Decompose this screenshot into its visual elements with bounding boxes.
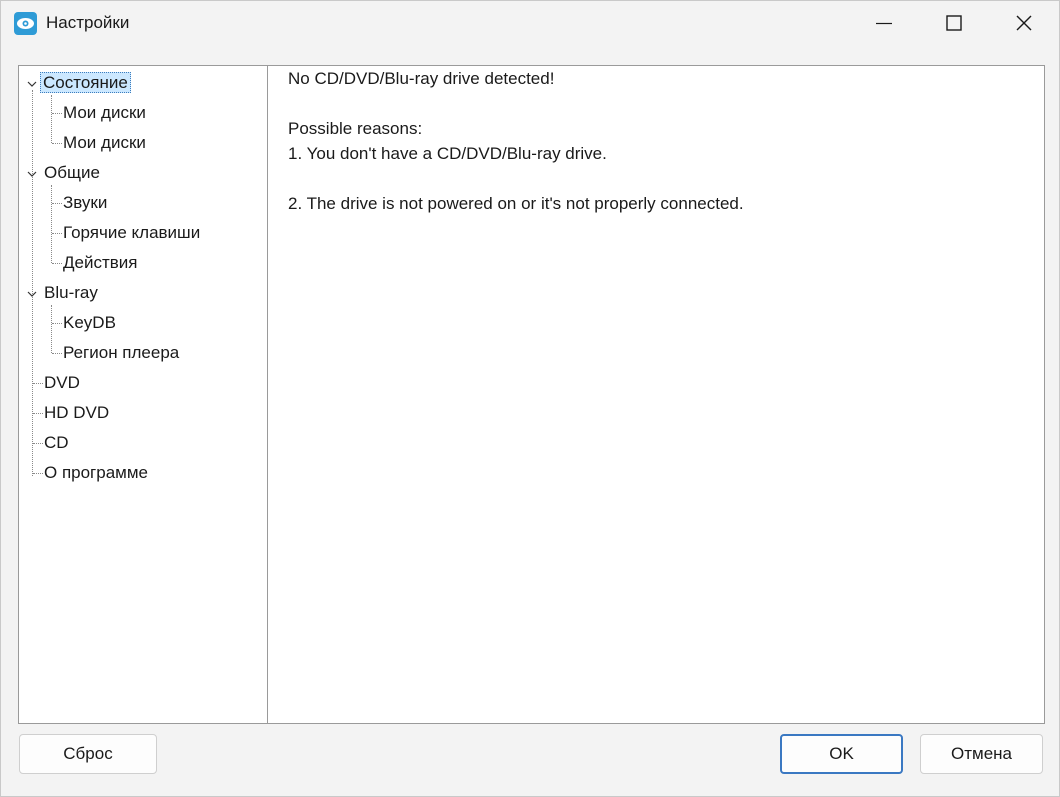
tree-item-label: Состояние [40, 72, 131, 93]
tree-item-label: Звуки [63, 193, 108, 212]
reset-button[interactable]: Сброс [19, 734, 157, 774]
tree-item-bluray[interactable]: Blu-ray [41, 281, 101, 305]
tree-connector [32, 90, 33, 476]
tree-item-keydb[interactable]: KeyDB [60, 311, 119, 335]
tree-item-label: Мои диски [63, 133, 146, 152]
chevron-down-icon[interactable] [27, 289, 37, 299]
window-title: Настройки [46, 13, 130, 32]
close-icon [1016, 15, 1032, 31]
close-button[interactable] [989, 1, 1059, 45]
tree-item-label: DVD [44, 373, 80, 392]
cancel-button[interactable]: Отмена [920, 734, 1043, 774]
tree-item-sounds[interactable]: Звуки [60, 191, 110, 215]
tree-item-label: Общие [44, 163, 100, 182]
maximize-button[interactable] [919, 1, 989, 45]
minimize-button[interactable] [849, 1, 919, 45]
tree-connector [51, 305, 52, 353]
reason-2: 2. The drive is not powered on or it's n… [288, 194, 744, 213]
tree-item-my-discs[interactable]: Мои диски [60, 101, 149, 125]
tree-item-actions[interactable]: Действия [60, 251, 140, 275]
tree-connector [51, 95, 52, 143]
tree-item-dvd[interactable]: DVD [41, 371, 83, 395]
tree-item-cd[interactable]: CD [41, 431, 72, 455]
tree-item-my-discs-2[interactable]: Мои диски [60, 131, 149, 155]
tree-connector [51, 185, 52, 263]
settings-window: Настройки Состояние Мои диски Мои диски … [0, 0, 1060, 797]
tree-item-hd-dvd[interactable]: HD DVD [41, 401, 112, 425]
chevron-down-icon[interactable] [27, 169, 37, 179]
settings-tree[interactable]: Состояние Мои диски Мои диски Общие Звук… [18, 65, 267, 724]
tree-item-label: HD DVD [44, 403, 110, 422]
app-eye-icon [14, 12, 37, 35]
chevron-down-icon[interactable] [27, 79, 37, 89]
tree-item-label: KeyDB [63, 313, 116, 332]
maximize-icon [946, 15, 962, 31]
tree-item-general[interactable]: Общие [41, 161, 103, 185]
tree-item-label: Действия [63, 253, 138, 272]
tree-item-label: Blu-ray [44, 283, 98, 302]
tree-item-status[interactable]: Состояние [40, 71, 131, 95]
tree-item-label: CD [44, 433, 69, 452]
tree-item-label: Мои диски [63, 103, 146, 122]
status-content-pane: No CD/DVD/Blu-ray drive detected! Possib… [267, 65, 1045, 724]
reasons-heading: Possible reasons: [288, 119, 423, 138]
tree-item-player-region[interactable]: Регион плеера [60, 341, 182, 365]
minimize-icon [876, 22, 892, 25]
tree-item-about[interactable]: О программе [41, 461, 151, 485]
no-drive-message: No CD/DVD/Blu-ray drive detected! [288, 69, 555, 88]
tree-item-label: Регион плеера [63, 343, 180, 362]
ok-button[interactable]: OK [780, 734, 903, 774]
tree-item-hotkeys[interactable]: Горячие клавиши [60, 221, 203, 245]
title-bar[interactable]: Настройки [1, 1, 1059, 45]
tree-item-label: Горячие клавиши [63, 223, 201, 242]
reason-1: 1. You don't have a CD/DVD/Blu-ray drive… [288, 144, 607, 163]
tree-item-label: О программе [44, 463, 149, 482]
